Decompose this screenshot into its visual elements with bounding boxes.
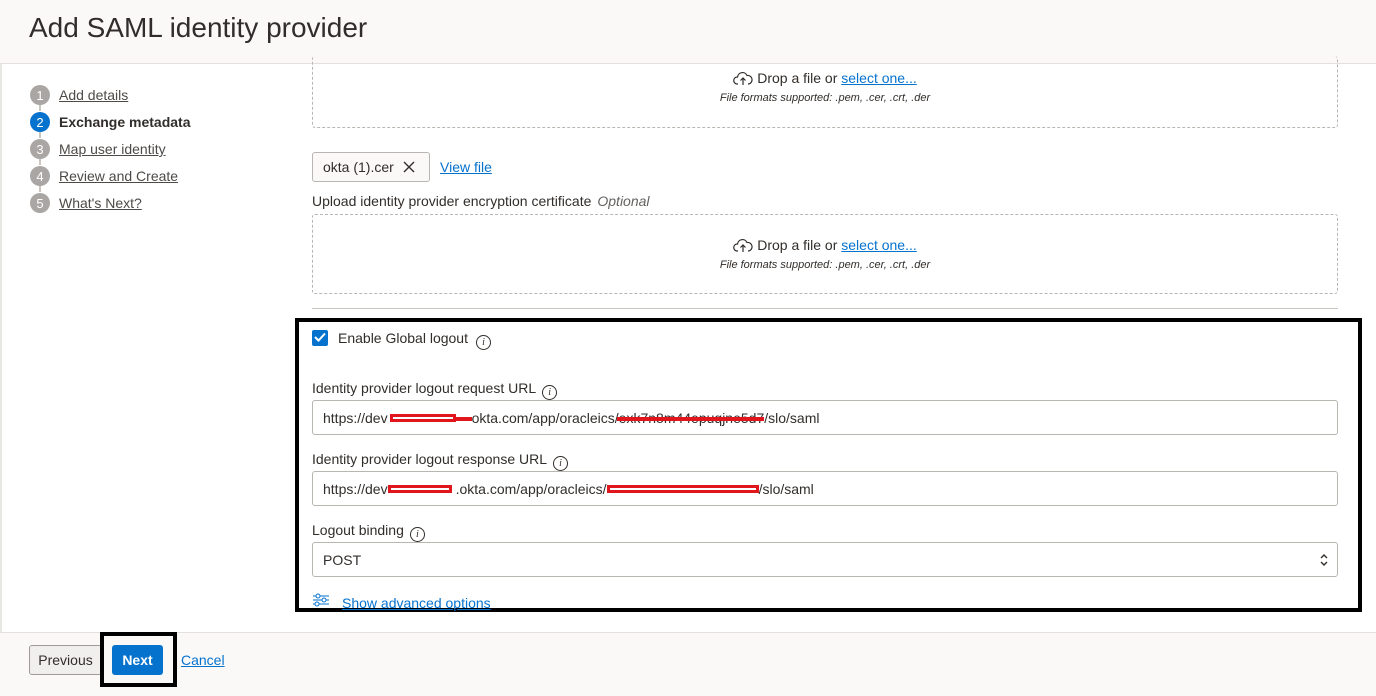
url-suffix: /slo/saml [764, 409, 820, 426]
step-number: 4 [30, 166, 50, 186]
file-name: okta (1).cer [323, 159, 394, 175]
encryption-cert-label-text: Upload identity provider encryption cert… [312, 193, 592, 209]
logout-binding-value: POST [323, 551, 362, 568]
logout-request-url-label: Identity provider logout request URL i [312, 380, 558, 400]
logout-binding-select[interactable]: POST [312, 542, 1338, 577]
page-header: Add SAML identity provider [0, 0, 1376, 64]
enable-global-logout-label: Enable Global logout i [338, 330, 491, 350]
dropzone-text: Drop a file or [757, 237, 842, 253]
next-button[interactable]: Next [112, 645, 163, 675]
advanced-options-toggle[interactable]: Show advanced options [312, 592, 491, 613]
sliders-icon [312, 592, 330, 613]
panel-edge [0, 64, 2, 632]
select-file-link[interactable]: select one... [841, 70, 917, 86]
close-icon[interactable] [402, 160, 416, 174]
url-prefix: https://dev [323, 480, 388, 497]
step-label[interactable]: What's Next? [59, 195, 142, 211]
file-formats-text: File formats supported: .pem, .cer, .crt… [719, 92, 931, 104]
chevron-updown-icon [1319, 552, 1329, 571]
url-middle: okta.com/app/oracleics/ [471, 409, 619, 426]
redaction-mark [389, 413, 456, 422]
optional-text: Optional [597, 193, 650, 209]
redaction-mark [606, 484, 759, 493]
step-number: 2 [30, 112, 50, 132]
step-number: 5 [30, 193, 50, 213]
logout-binding-label-text: Logout binding [312, 522, 404, 538]
page-title: Add SAML identity provider [29, 12, 368, 43]
previous-button[interactable]: Previous [29, 645, 102, 675]
logout-response-url-label-text: Identity provider logout response URL [312, 451, 548, 467]
view-file-link[interactable]: View file [440, 159, 492, 175]
url-obscured-segment: exk7n8m44epuqjne5d7 [616, 409, 765, 426]
step-label: Exchange metadata [59, 114, 191, 130]
step-map-user-identity[interactable]: 3 Map user identity [30, 138, 166, 160]
step-label[interactable]: Map user identity [59, 141, 166, 157]
enable-global-logout-text: Enable Global logout [338, 330, 468, 346]
checkmark-icon [314, 329, 326, 347]
show-advanced-options-link[interactable]: Show advanced options [342, 595, 491, 611]
step-label[interactable]: Add details [59, 87, 128, 103]
upload-cloud-icon [733, 71, 753, 89]
info-icon[interactable]: i [476, 335, 491, 350]
url-middle: .okta.com/app/oracleics/ [455, 480, 607, 497]
encryption-cert-label: Upload identity provider encryption cert… [312, 193, 650, 209]
uploaded-file-chip: okta (1).cer [312, 152, 430, 182]
section-divider [312, 308, 1338, 309]
select-file-link[interactable]: select one... [841, 237, 917, 253]
redaction-mark [387, 484, 452, 493]
dropzone-text: Drop a file or [757, 70, 842, 86]
logout-binding-label: Logout binding i [312, 522, 425, 542]
logout-response-url-label: Identity provider logout response URL i [312, 451, 569, 471]
enable-global-logout-checkbox[interactable] [312, 330, 328, 346]
step-whats-next[interactable]: 5 What's Next? [30, 192, 142, 214]
logout-request-url-input[interactable]: https://dev okta.com/app/oracleics/exk7n8… [312, 400, 1338, 435]
signing-cert-dropzone[interactable]: Drop a file or select one... File format… [312, 56, 1338, 128]
info-icon[interactable]: i [542, 385, 558, 400]
url-suffix: /slo/saml [758, 480, 814, 497]
upload-cloud-icon [733, 238, 753, 256]
file-formats-text: File formats supported: .pem, .cer, .crt… [719, 259, 931, 271]
logout-response-url-input[interactable]: https://dev .okta.com/app/oracleics/ /slo/… [312, 471, 1338, 506]
encryption-cert-dropzone[interactable]: Drop a file or select one... File format… [312, 214, 1338, 294]
step-number: 1 [30, 85, 50, 105]
step-review-and-create[interactable]: 4 Review and Create [30, 165, 178, 187]
url-prefix: https://dev [323, 409, 388, 426]
dropzone-prompt: Drop a file or select one... [313, 237, 1337, 256]
dropzone-prompt: Drop a file or select one... [313, 70, 1337, 89]
step-number: 3 [30, 139, 50, 159]
info-icon[interactable]: i [553, 456, 569, 471]
cancel-link[interactable]: Cancel [181, 652, 225, 668]
step-add-details[interactable]: 1 Add details [30, 84, 128, 106]
logout-request-url-label-text: Identity provider logout request URL [312, 380, 537, 396]
step-exchange-metadata[interactable]: 2 Exchange metadata [30, 111, 191, 133]
info-icon[interactable]: i [409, 527, 425, 542]
step-label[interactable]: Review and Create [59, 168, 178, 184]
